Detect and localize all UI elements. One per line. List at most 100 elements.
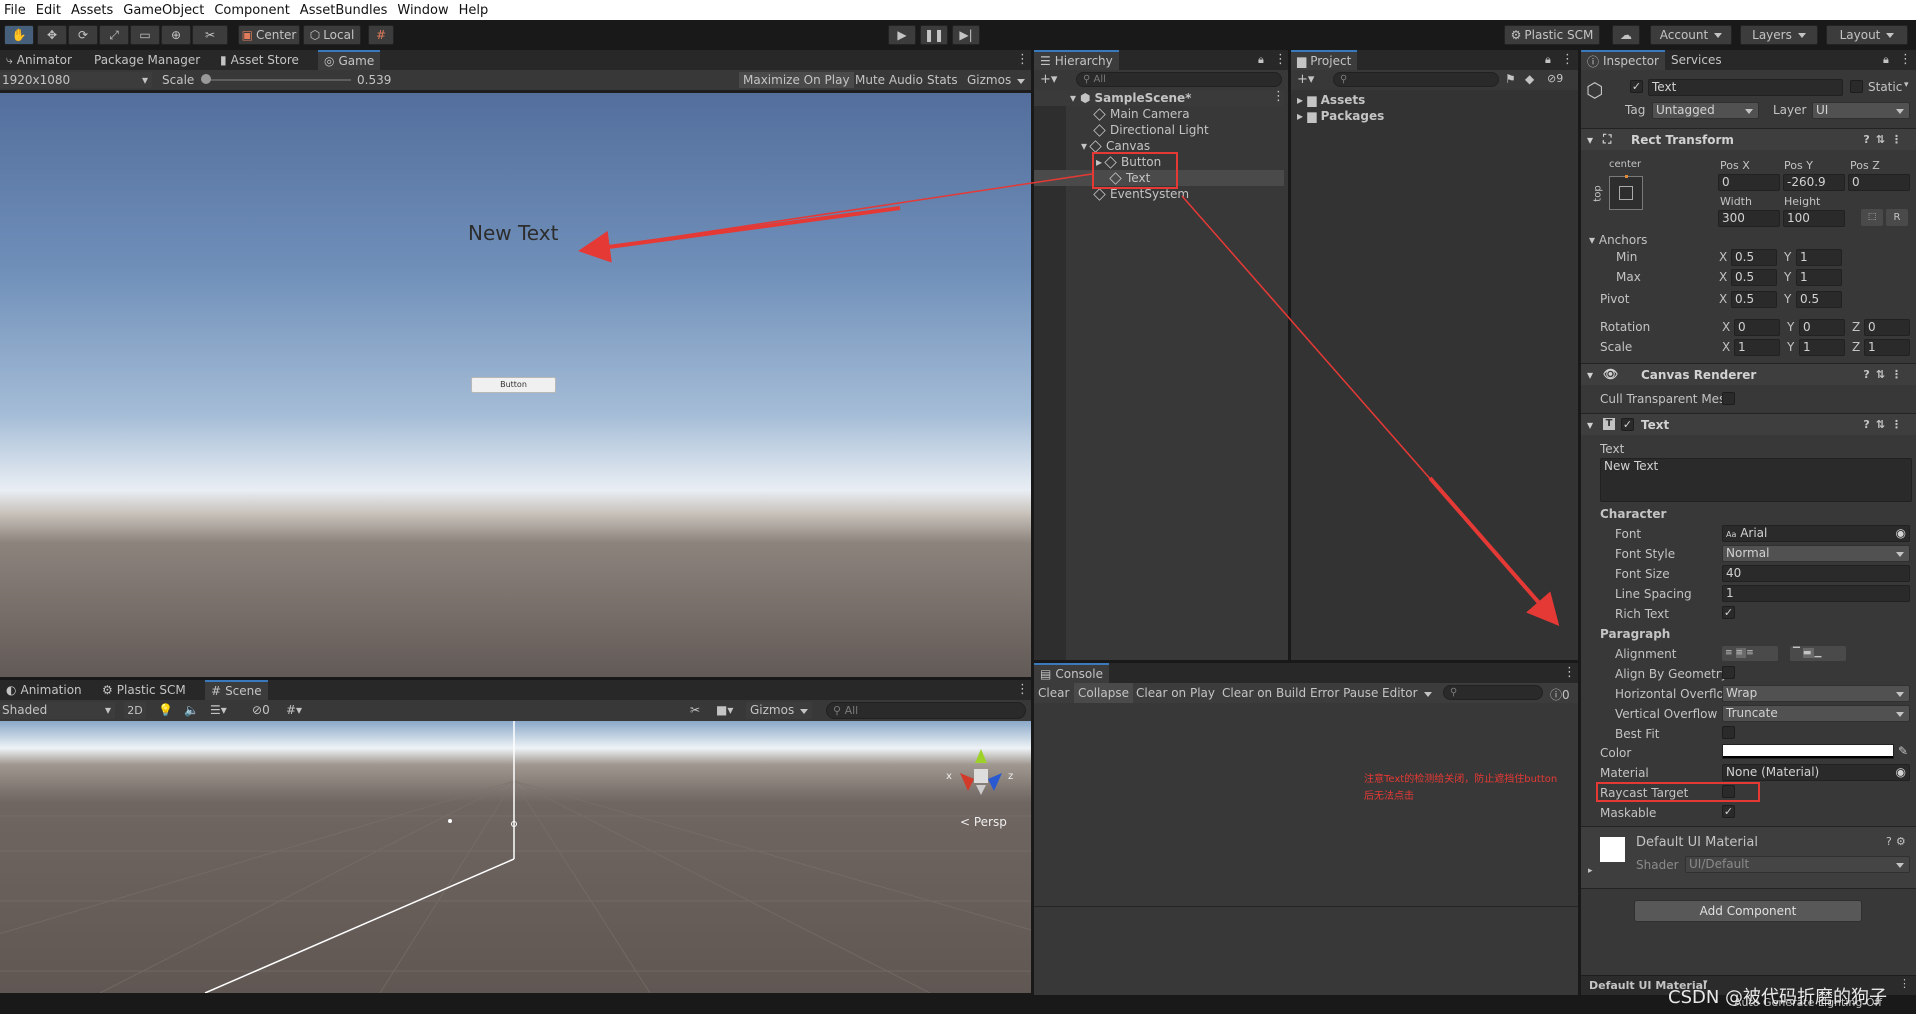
menu-edit[interactable]: Edit	[32, 3, 67, 18]
object-picker-icon[interactable]: ◉	[1896, 526, 1906, 541]
cloud-button[interactable]: ☁	[1612, 25, 1640, 45]
shader-dropdown[interactable]: UI/Default	[1685, 856, 1910, 873]
filter-by-label-icon[interactable]: ◆	[1525, 72, 1534, 86]
tab-package-manager[interactable]: Package Manager	[88, 50, 206, 70]
gameobject-active-checkbox[interactable]: ✓	[1630, 80, 1643, 93]
help-icon[interactable]: ?	[1886, 835, 1896, 848]
best-fit-checkbox[interactable]	[1722, 726, 1735, 739]
component-menu-icon[interactable]: ⋮	[1891, 368, 1908, 381]
stats-toggle[interactable]: Stats	[923, 72, 962, 88]
console-clear-on-build-toggle[interactable]: Clear on Build	[1222, 686, 1306, 700]
maximize-on-play-toggle[interactable]: Maximize On Play	[739, 72, 854, 88]
scene-orientation-gizmo[interactable]: x z	[946, 741, 1016, 803]
light-toggle-icon[interactable]: 💡	[158, 703, 173, 717]
material-header-icons[interactable]: ?⚙	[1886, 835, 1910, 848]
hierarchy-item-samplescene[interactable]: ▾ ⬢ SampleScene*	[1034, 89, 1285, 106]
tab-animation[interactable]: ◐ Animation	[0, 680, 88, 700]
scale-slider-thumb[interactable]	[201, 74, 211, 84]
help-icon[interactable]: ?	[1863, 368, 1875, 381]
transform-tool-button[interactable]: ⊕	[161, 25, 191, 45]
play-button[interactable]: ▶	[888, 25, 916, 45]
text-component-header[interactable]: ▾ T ✓ Text ?⇅⋮	[1581, 413, 1916, 435]
pivot-local-button[interactable]: ⬡ Local	[303, 25, 361, 45]
font-size-field[interactable]: 40	[1722, 565, 1910, 582]
line-spacing-field[interactable]: 1	[1722, 585, 1910, 602]
posy-field[interactable]: -260.9	[1783, 174, 1845, 191]
component-menu-icon[interactable]: ⋮	[1891, 418, 1908, 431]
rich-text-checkbox[interactable]: ✓	[1722, 606, 1735, 619]
gizmo-center-cube[interactable]	[974, 769, 988, 783]
2d-toggle[interactable]: 2D	[124, 702, 146, 719]
text-content-area[interactable]: New Text	[1600, 458, 1912, 502]
anchor-min-x-field[interactable]: 0.5	[1731, 249, 1777, 266]
menu-help[interactable]: Help	[455, 3, 495, 18]
console-clear-on-play-toggle[interactable]: Clear on Play	[1136, 686, 1215, 700]
project-item-packages[interactable]: ▸ ▆ Packages	[1297, 109, 1384, 123]
width-field[interactable]: 300	[1718, 210, 1780, 227]
scene-grid-toggle-icon[interactable]: #▾	[286, 703, 302, 717]
tab-hierarchy[interactable]: ☰ Hierarchy	[1034, 50, 1119, 70]
tab-console[interactable]: ▤ Console	[1034, 663, 1109, 683]
hierarchy-search-input[interactable]: ⚲ All	[1076, 72, 1282, 87]
layers-dropdown[interactable]: Layers	[1740, 25, 1818, 45]
material-field[interactable]: None (Material) ◉	[1722, 764, 1910, 781]
camera-dropdown-icon[interactable]: ■▾	[716, 703, 733, 717]
text-enabled-checkbox[interactable]: ✓	[1621, 418, 1634, 431]
preset-icon[interactable]: ⇅	[1876, 368, 1891, 381]
console-editor-dropdown[interactable]: Editor	[1382, 686, 1432, 700]
vertical-overflow-dropdown[interactable]: Truncate	[1722, 705, 1910, 722]
inspector-menu-icon[interactable]	[1899, 52, 1912, 67]
horizontal-overflow-dropdown[interactable]: Wrap	[1722, 685, 1910, 702]
hierarchy-add-button[interactable]: +▾	[1040, 72, 1057, 87]
component-header-icons[interactable]: ?⇅⋮	[1863, 368, 1908, 381]
menu-file[interactable]: File	[0, 3, 32, 18]
hierarchy-item-main-camera[interactable]: Main Camera	[1034, 106, 1284, 122]
anchor-min-y-field[interactable]: 1	[1796, 249, 1842, 266]
hand-tool-button[interactable]: ✋	[4, 25, 34, 45]
cull-transparent-checkbox[interactable]	[1722, 392, 1735, 405]
scene-search-input[interactable]: ⚲ All	[826, 702, 1026, 719]
anchor-max-x-field[interactable]: 0.5	[1731, 269, 1777, 286]
align-middle-icon[interactable]: ▬	[1802, 648, 1815, 658]
console-menu-icon[interactable]	[1563, 665, 1576, 680]
resolution-dropdown[interactable]: 1920x1080 ▾	[0, 72, 152, 88]
menu-component[interactable]: Component	[210, 3, 295, 18]
align-bottom-icon[interactable]: ▁	[1814, 648, 1824, 658]
gameobject-name-field[interactable]: Text	[1648, 79, 1843, 96]
project-search-input[interactable]: ⚲	[1333, 72, 1499, 87]
align-right-icon[interactable]: ≡	[1746, 648, 1757, 658]
help-icon[interactable]: ?	[1863, 418, 1875, 431]
gizmo-y-cone[interactable]	[975, 749, 987, 763]
effects-toggle-icon[interactable]: ☰▾	[210, 703, 227, 717]
tab-services[interactable]: Services	[1665, 50, 1728, 70]
gizmo-x-cone[interactable]	[960, 773, 974, 791]
console-search-input[interactable]: ⚲	[1443, 685, 1543, 700]
menu-gameobject[interactable]: GameObject	[119, 3, 210, 18]
hierarchy-item-directional-light[interactable]: Directional Light	[1034, 122, 1284, 138]
hidden-packages-toggle[interactable]: ⊘9	[1547, 72, 1563, 85]
preset-icon[interactable]: ⇅	[1876, 133, 1891, 146]
project-add-button[interactable]: +▾	[1297, 72, 1314, 87]
raw-edit-button[interactable]: R	[1886, 209, 1908, 226]
perspective-label[interactable]: < Persp	[960, 815, 1007, 829]
tab-scene[interactable]: # Scene	[205, 680, 268, 700]
font-field[interactable]: Aa Arial ◉	[1722, 525, 1910, 542]
rotation-y-field[interactable]: 0	[1799, 319, 1845, 336]
pause-button[interactable]: ❚❚	[920, 25, 948, 45]
align-center-icon[interactable]: ≡	[1735, 648, 1747, 658]
tab-animator[interactable]: ⤷ Animator	[0, 50, 78, 70]
scene-view[interactable]: x z < Persp	[0, 721, 1031, 993]
rotation-x-field[interactable]: 0	[1734, 319, 1780, 336]
layout-dropdown[interactable]: Layout	[1826, 25, 1908, 45]
rotation-z-field[interactable]: 0	[1864, 319, 1910, 336]
chevron-down-icon[interactable]: ▾	[1904, 80, 1909, 90]
tab-asset-store[interactable]: ▮ Asset Store	[214, 50, 305, 70]
anchors-foldout[interactable]: ▾ Anchors	[1589, 233, 1647, 247]
scale-tool-button[interactable]: ⤢	[99, 25, 129, 45]
component-menu-icon[interactable]: ⋮	[1891, 133, 1908, 146]
triangle-right-icon[interactable]: ▸	[1588, 866, 1593, 876]
project-item-assets[interactable]: ▸ ▆ Assets	[1297, 93, 1365, 107]
static-checkbox[interactable]	[1850, 80, 1863, 93]
account-dropdown[interactable]: Account	[1650, 25, 1732, 45]
rotate-tool-button[interactable]: ⟳	[68, 25, 98, 45]
